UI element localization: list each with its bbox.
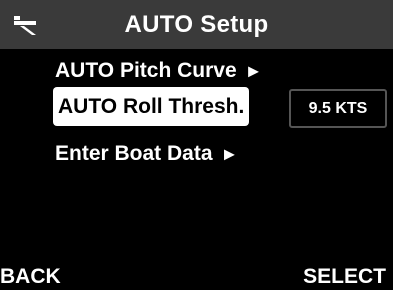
menu-item-label: AUTO Roll Thresh. (58, 95, 245, 118)
page-title: AUTO Setup (124, 11, 269, 38)
menu-item-label: Enter Boat Data (55, 142, 213, 165)
arrow-right-icon: ► (220, 144, 239, 164)
menu-item-auto-roll-thresh[interactable]: AUTO Roll Thresh. (53, 87, 250, 126)
back-softkey[interactable]: BACK (0, 263, 61, 290)
device-screen: AUTO Setup AUTO Pitch Curve ► AUTO Roll T… (0, 0, 393, 290)
menu-item-label: AUTO Pitch Curve (55, 59, 237, 82)
arrow-right-icon: ► (244, 61, 263, 81)
title-bar: AUTO Setup (0, 0, 393, 49)
roll-threshold-value[interactable]: 9.5 KTS (289, 89, 387, 128)
menu-item-auto-pitch-curve[interactable]: AUTO Pitch Curve ► (55, 51, 262, 91)
menu-item-enter-boat-data[interactable]: Enter Boat Data ► (55, 134, 238, 174)
select-softkey[interactable]: SELECT (303, 263, 386, 290)
